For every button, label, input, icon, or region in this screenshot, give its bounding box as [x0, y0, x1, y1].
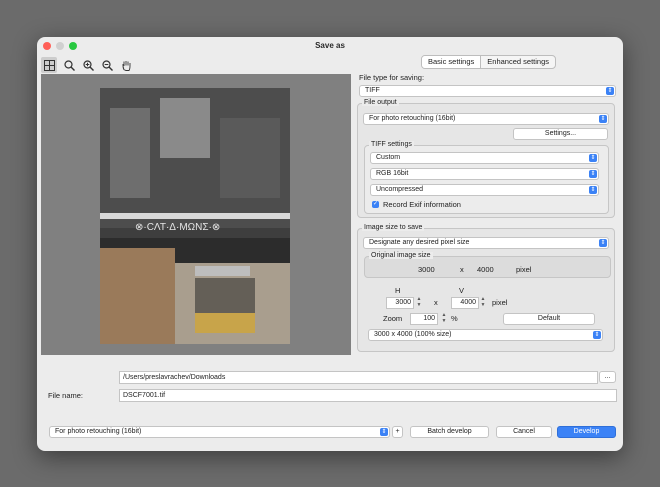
original-times: x [460, 265, 464, 274]
svg-text:⊗·CΛΤ·Δ·MΩNΣ·⊗: ⊗·CΛΤ·Δ·MΩNΣ·⊗ [135, 222, 220, 233]
photo-preview: ⊗·CΛΤ·Δ·MΩNΣ·⊗ [100, 88, 290, 344]
image-size-legend: Image size to save [362, 224, 425, 231]
chevron-updown-icon: ⇕ [380, 428, 388, 436]
bottom-preset-select[interactable]: For photo retouching (16bit) ⇕ [49, 426, 390, 438]
develop-button[interactable]: Develop [557, 426, 616, 438]
size-preset-value: 3000 x 4000 (100% size) [374, 331, 452, 338]
chevron-updown-icon: ⇕ [606, 87, 614, 95]
size-x-separator: x [434, 298, 438, 307]
zoom-unit: % [451, 314, 458, 323]
hand-icon[interactable] [118, 57, 134, 73]
output-settings-button[interactable]: Settings... [513, 128, 608, 140]
settings-tabs: Basic settings Enhanced settings [421, 55, 556, 69]
tiff-compression-value: Uncompressed [376, 186, 424, 193]
file-type-select[interactable]: TIFF ⇕ [359, 85, 616, 97]
file-name-label: File name: [48, 391, 84, 400]
file-output-select[interactable]: For photo retouching (16bit) ⇕ [363, 113, 609, 125]
zoom-label: Zoom [383, 314, 403, 323]
tiff-settings-group: TIFF settings Custom ⇕ RGB 16bit ⇕ Uncom… [364, 141, 609, 214]
chevron-updown-icon: ⇕ [589, 186, 597, 194]
file-type-label: File type for saving: [359, 73, 425, 82]
zoom-out-icon[interactable] [99, 57, 115, 73]
file-type-value: TIFF [365, 87, 380, 94]
chevron-updown-icon: ⇕ [589, 170, 597, 178]
chevron-updown-icon: ⇕ [599, 239, 607, 247]
image-size-mode-value: Designate any desired pixel size [369, 239, 470, 246]
image-size-mode-select[interactable]: Designate any desired pixel size ⇕ [363, 237, 609, 249]
original-height: 4000 [477, 265, 494, 274]
default-size-button[interactable]: Default [503, 313, 595, 325]
image-size-group: Image size to save Designate any desired… [357, 224, 615, 352]
file-output-group: File output For photo retouching (16bit)… [357, 99, 615, 218]
height-input[interactable]: 4000 [451, 297, 479, 309]
original-size-group: Original image size 3000 x 4000 pixel [364, 252, 611, 278]
file-output-legend: File output [362, 99, 399, 106]
zoom-in-icon[interactable] [80, 57, 96, 73]
v-label: V [459, 286, 465, 295]
file-name-input[interactable]: DSCF7001.tif [119, 389, 617, 402]
cancel-button[interactable]: Cancel [496, 426, 552, 438]
tiff-color-select[interactable]: RGB 16bit ⇕ [370, 168, 599, 180]
image-preview-area: ⊗·CΛΤ·Δ·MΩNΣ·⊗ [41, 74, 351, 355]
width-input[interactable]: 3000 [386, 297, 414, 309]
grid-view-icon[interactable] [41, 57, 57, 73]
chevron-updown-icon: ⇕ [599, 115, 607, 123]
tiff-preset-select[interactable]: Custom ⇕ [370, 152, 599, 164]
h-label: H [395, 286, 401, 295]
original-size-legend: Original image size [369, 252, 433, 259]
original-unit: pixel [516, 265, 532, 274]
tiff-settings-legend: TIFF settings [369, 141, 414, 148]
size-unit: pixel [492, 298, 508, 307]
file-output-value: For photo retouching (16bit) [369, 115, 456, 122]
save-as-dialog: Save as ⊗·CΛΤ·Δ·MΩNΣ·⊗ Basic settings En… [37, 37, 623, 451]
zoom-stepper[interactable]: ▲ ▼ [441, 312, 447, 324]
window-title: Save as [315, 41, 345, 50]
width-stepper[interactable]: ▲ ▼ [416, 296, 422, 308]
batch-develop-button[interactable]: Batch develop [410, 426, 489, 438]
record-exif-label: Record Exif information [383, 200, 461, 209]
title-bar: Save as [37, 37, 623, 55]
tiff-preset-value: Custom [376, 154, 401, 161]
zoom-input[interactable]: 100 [410, 313, 438, 325]
tab-enhanced-settings[interactable]: Enhanced settings [481, 56, 555, 68]
bottom-preset-value: For photo retouching (16bit) [55, 428, 142, 435]
chevron-updown-icon: ⇕ [589, 154, 597, 162]
record-exif-checkbox[interactable]: ✓ [372, 201, 379, 208]
chevron-updown-icon: ⇕ [593, 331, 601, 339]
size-preset-select[interactable]: 3000 x 4000 (100% size) ⇕ [368, 329, 603, 341]
tiff-color-value: RGB 16bit [376, 170, 409, 177]
magnifier-icon[interactable] [61, 57, 77, 73]
height-stepper[interactable]: ▲ ▼ [480, 296, 486, 308]
folder-path-input[interactable]: /Users/preslavrachev/Downloads [119, 371, 598, 384]
tab-basic-settings[interactable]: Basic settings [422, 56, 482, 68]
original-width: 3000 [418, 265, 435, 274]
add-preset-button[interactable]: + [392, 426, 403, 438]
tiff-compression-select[interactable]: Uncompressed ⇕ [370, 184, 599, 196]
browse-folder-button[interactable]: ... [599, 371, 616, 383]
